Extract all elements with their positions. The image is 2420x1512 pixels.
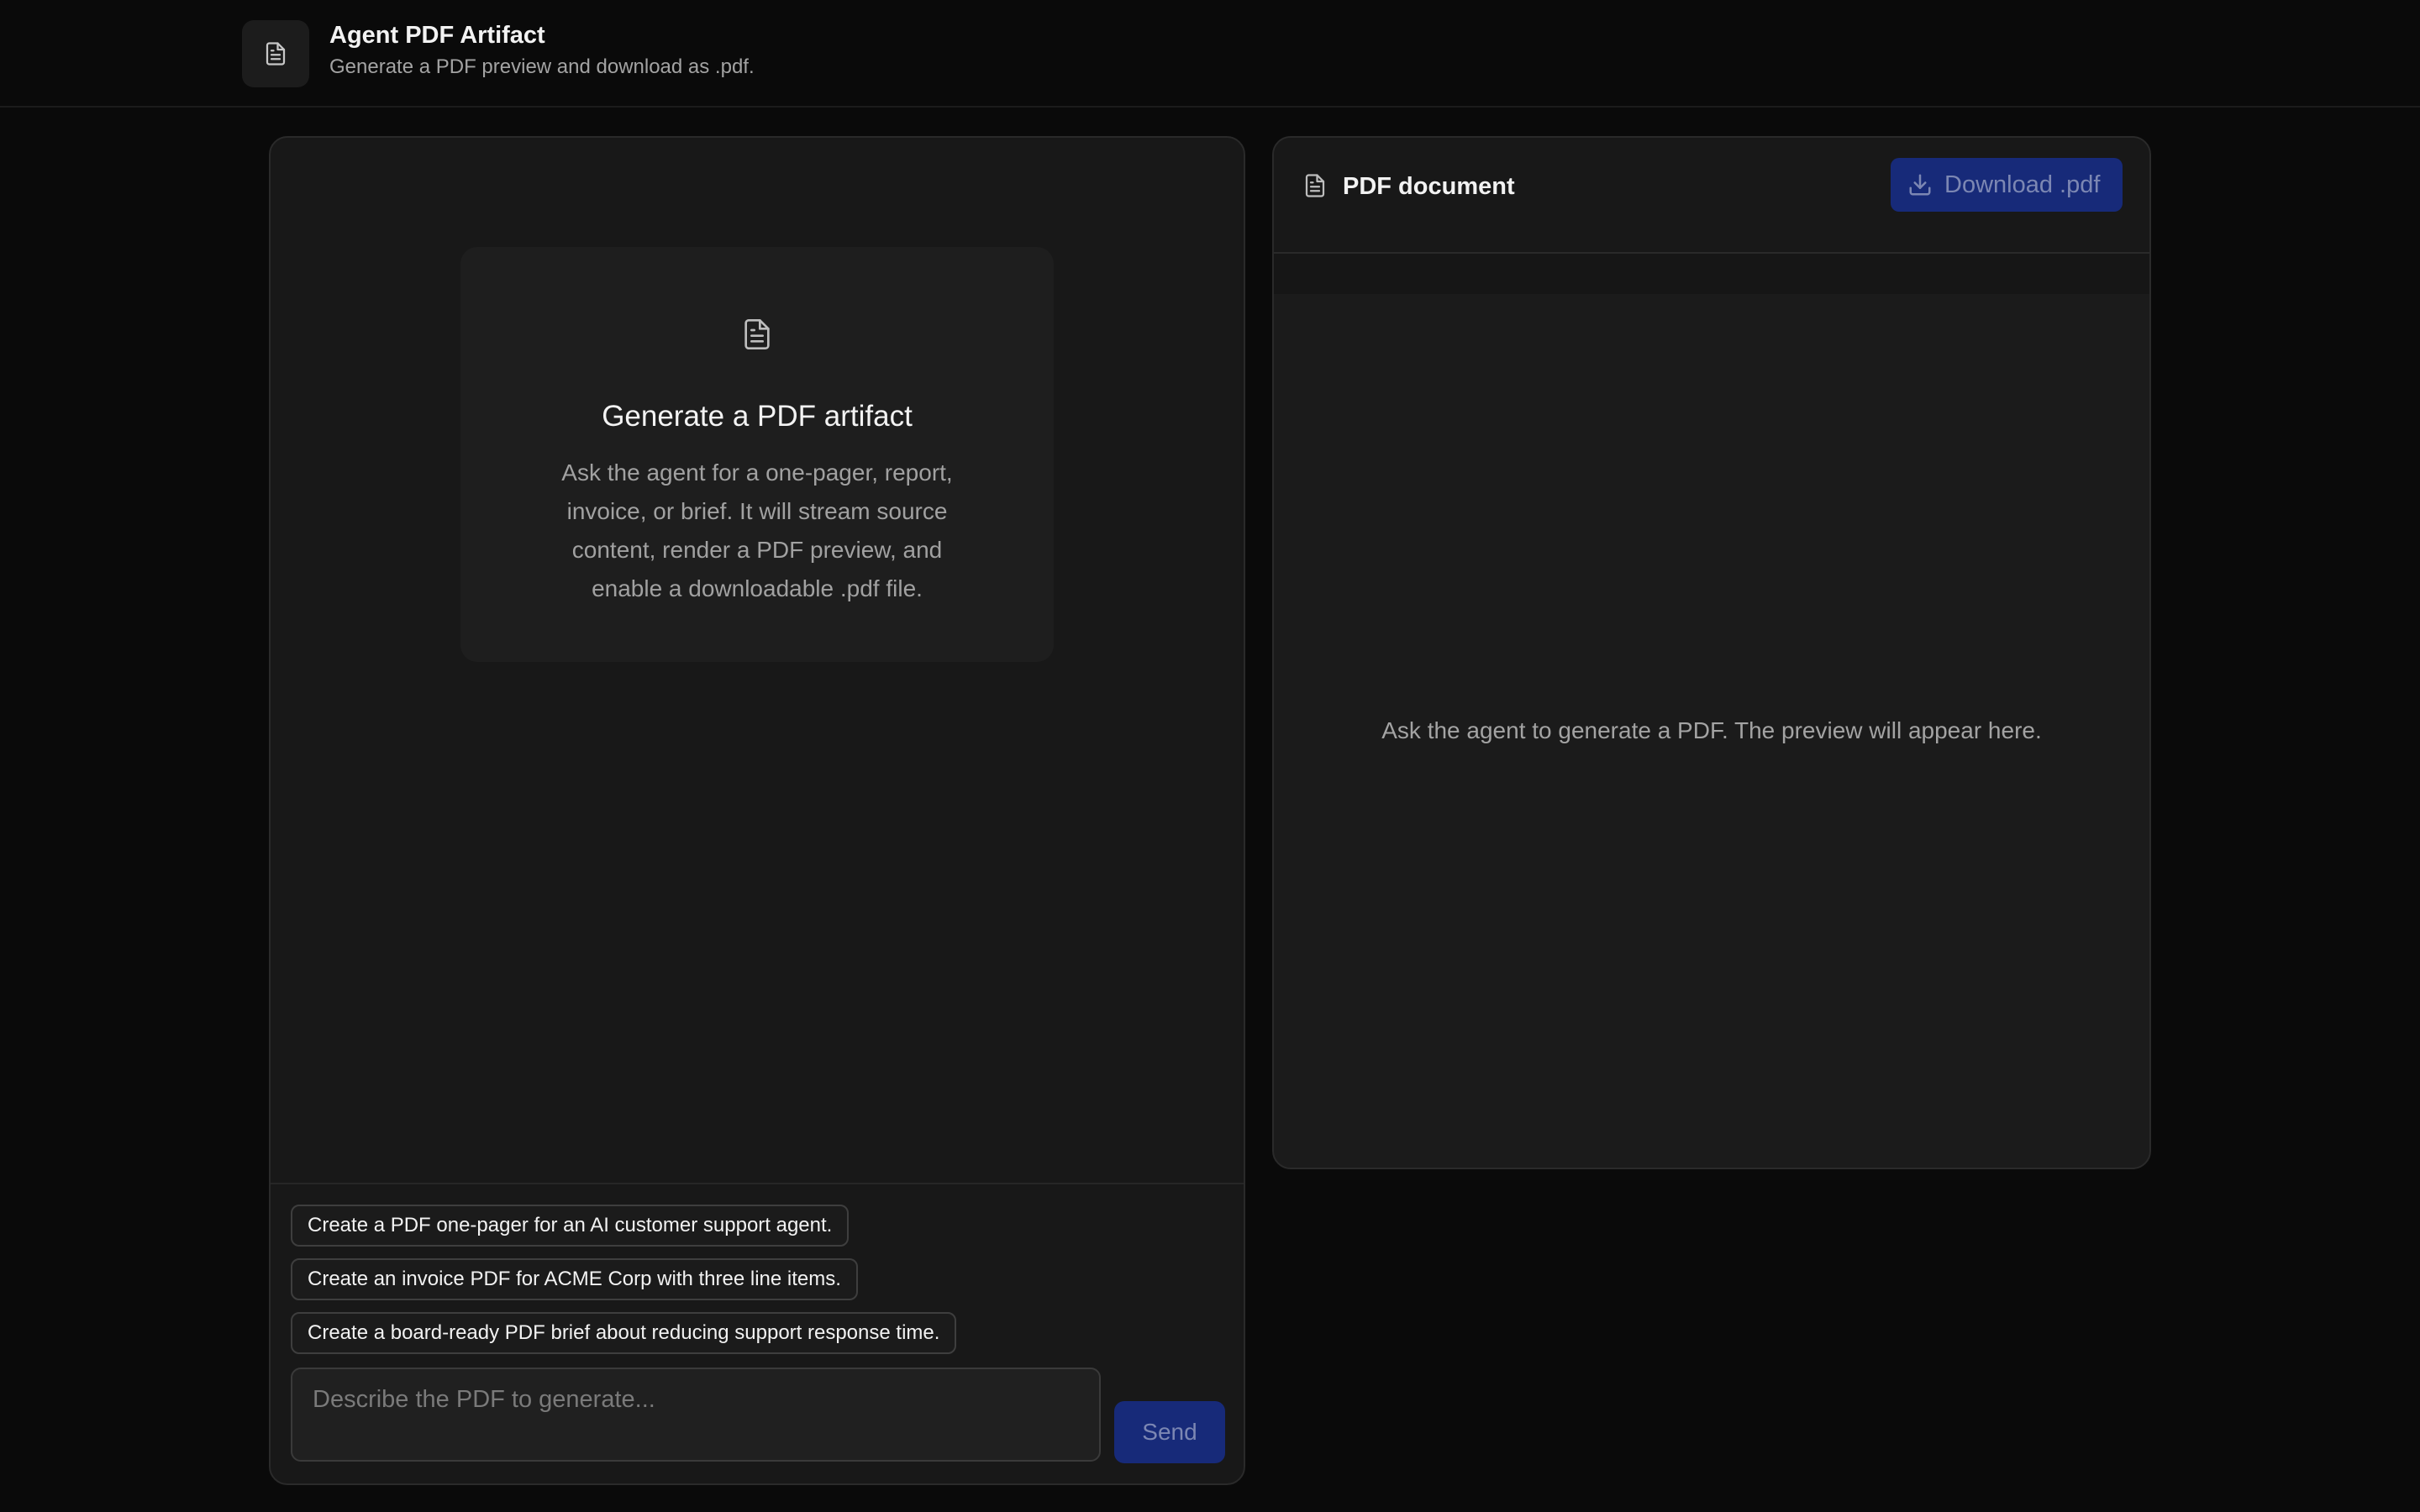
pdf-preview-placeholder: Ask the agent to generate a PDF. The pre… xyxy=(1381,717,2042,743)
suggestion-chip[interactable]: Create a board-ready PDF brief about red… xyxy=(291,1312,957,1354)
pdf-toolbar-strip xyxy=(1274,254,2149,294)
app-subtitle: Generate a PDF preview and download as .… xyxy=(329,55,755,78)
prompt-input-wrapper xyxy=(291,1368,1101,1462)
document-icon xyxy=(242,20,309,87)
send-button[interactable]: Send xyxy=(1114,1401,1225,1463)
chat-panel: Generate a PDF artifact Ask the agent fo… xyxy=(269,136,1245,1485)
pdf-panel: PDF document Download .pdf Ask the agent… xyxy=(1272,136,2151,1169)
pdf-header: PDF document Download .pdf xyxy=(1274,138,2149,254)
empty-state-description: Ask the agent for a one-pager, report, i… xyxy=(561,459,953,601)
download-pdf-button[interactable]: Download .pdf xyxy=(1891,158,2123,212)
download-icon xyxy=(1907,172,1933,197)
app-title: Agent PDF Artifact xyxy=(329,22,545,49)
document-icon xyxy=(740,318,774,351)
suggestion-chip[interactable]: Create an invoice PDF for ACME Corp with… xyxy=(291,1258,858,1300)
download-label: Download .pdf xyxy=(1944,171,2101,198)
pdf-title: PDF document xyxy=(1343,173,1515,200)
empty-state-card: Generate a PDF artifact Ask the agent fo… xyxy=(460,247,1054,662)
document-icon xyxy=(1302,171,1328,200)
suggestion-chip[interactable]: Create a PDF one-pager for an AI custome… xyxy=(291,1205,850,1247)
app-header: Agent PDF Artifact Generate a PDF previe… xyxy=(0,0,2420,108)
prompt-input[interactable] xyxy=(292,1369,1099,1460)
composer: Create a PDF one-pager for an AI custome… xyxy=(271,1183,1244,1483)
empty-state-title: Generate a PDF artifact xyxy=(602,400,913,433)
